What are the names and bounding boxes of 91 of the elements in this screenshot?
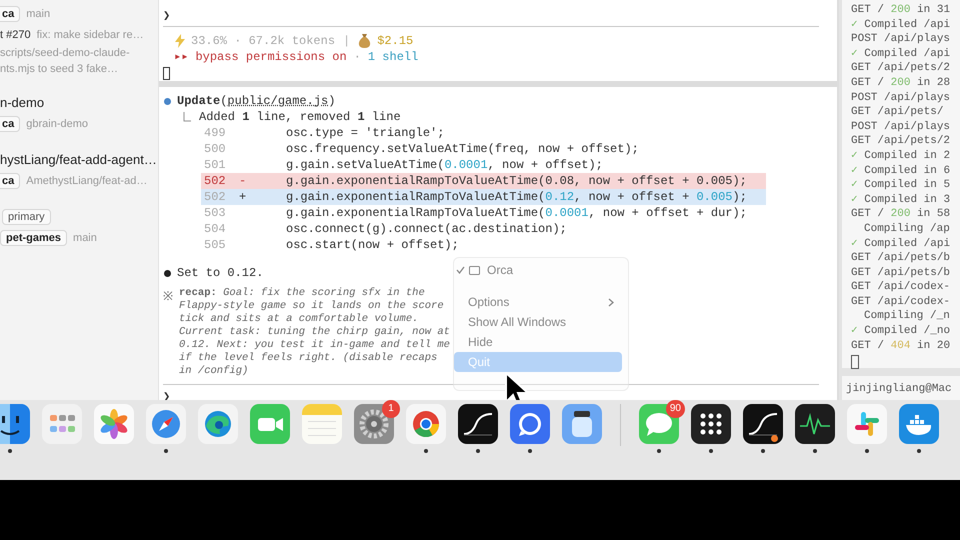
menu-item[interactable]: Orca [454,260,622,280]
log-line: ✓ Compiled in 2 [851,148,952,164]
text-cursor [851,355,859,370]
money-bag-icon [358,34,372,48]
description-text: scripts/seed-demo-claude- [0,47,130,59]
code-line: 505 osc.start(now + offset); [203,237,460,253]
shell-count: 1 shell [368,49,418,65]
curve-chart-icon[interactable] [458,404,498,444]
log-line: GET /api/codex- [851,294,952,310]
compass-icon[interactable] [146,404,186,444]
swirl-icon[interactable] [198,404,238,444]
branch-name: main [73,232,97,244]
shell-prompt: jinjingliang@Mac [846,383,952,395]
checkmark-icon [456,266,465,274]
pulse-icon[interactable] [795,404,835,444]
gear-icon[interactable] [354,404,394,444]
log-line: GET /api/pets/2 [851,61,952,76]
status-dot [164,270,171,276]
log-line: GET /api/pets/ [851,105,944,120]
cost-text: $2.15 [377,33,414,49]
hash-icon[interactable] [847,404,887,444]
recap-symbol: ※ [163,289,173,306]
log-line: POST /api/plays [851,120,952,134]
pr-number: t #270 [0,28,31,40]
flower-icon[interactable] [94,404,134,444]
branch-tag: ca [0,172,20,188]
log-line: GET /api/pets/b [851,251,952,266]
code-line: 500 osc.frequency.setValueAtTime(freq, now + offset); [203,141,640,157]
menu-item[interactable]: Show All Windows [454,312,622,332]
speech-bubble-icon[interactable] [510,404,550,444]
branch-name: AmethystLiang/feat-ad… [26,174,148,186]
log-line: Compiling /_n [863,309,951,324]
description-text: nts.mjs to seed 3 fake… [0,63,118,75]
branch-tag: ca [0,116,20,132]
elbow-connector-icon [183,112,191,122]
mode-arrows: ▸▸ [174,49,188,65]
log-line: GET /api/pets/b [851,266,952,280]
text-cursor [163,66,170,80]
code-line: 503 g.gain.exponentialRampToValueAtTime(0.0001, now + offset + dur); [203,205,748,221]
branch-name: gbrain-demo [26,118,88,130]
face-icon[interactable] [0,404,30,444]
log-line: GET /api/pets/2 [851,134,952,149]
log-line: ✓ Compiled /api [851,236,952,252]
notification-badge: 90 [666,400,685,418]
log-line: GET / 200 in 28 [851,76,952,91]
separator-text: | [343,33,350,49]
branch-tag: pet-games [0,230,68,246]
app-grid-icon[interactable] [42,404,82,444]
log-line: ✓ Compiled in 5 [851,178,952,193]
code-line: 499 osc.type = 'triangle'; [203,125,446,141]
log-line: GET / 404 in 20 [851,338,952,354]
ring-icon[interactable] [406,404,446,444]
log-line: ✓ Compiled /api [851,46,952,62]
log-line: ✓ Compiled /api [851,18,952,32]
reply-text: Set to 0.12. [177,265,264,281]
log-line: ✓ Compiled in 3 [851,192,952,208]
prompt-symbol: ❯ [163,8,170,22]
menu-item[interactable]: Options [454,292,622,312]
log-line: GET / 200 in 58 [851,207,952,222]
lightning-bolt-icon [175,34,185,48]
window-icon [469,266,480,274]
status-dot [164,98,171,104]
mode-text: bypass permissions on [195,49,347,65]
log-line: POST /api/plays [851,90,952,106]
log-line: GET / 200 in 31 [851,3,952,18]
chat-bubble-icon[interactable] [639,404,679,444]
chevron-right-icon [608,298,614,306]
dot-grid-icon[interactable] [691,404,731,444]
worktree-title[interactable]: hystLiang/feat-add-agent… [0,152,157,167]
menu-item[interactable]: Hide [454,332,622,352]
log-line: ✓ Compiled /_no [851,324,952,339]
whale-icon[interactable] [899,404,939,444]
log-line: ✓ Compiled in 6 [851,164,952,178]
log-line: POST /api/plays [851,32,952,47]
status-tag: primary [2,208,51,224]
recap-text: recap: Goal: fix the scoring sfx in the Flappy-style game so it lands on the score tick and sits at a comfortable volume. Current task: tuning the chirp gain, now at 0.12. Next: you test it in-game and tell me if the level feels right. (disable recaps in /config) [179,287,451,378]
diff-summary: Added 1 line, removed 1 line [199,109,401,125]
branch-name: main [26,8,50,20]
tool-call: Update(public/game.js) [177,93,336,109]
token-usage: 33.6% · 67.2k tokens [191,33,336,49]
notification-badge: 1 [382,400,400,418]
separator-dot: · [354,49,361,65]
log-line: Compiling /ap [863,222,951,236]
code-line: 501 g.gain.setValueAtTime(0.0001, now + offset); [203,157,604,173]
pr-title: fix: make sidebar re… [36,28,144,40]
jar-icon[interactable] [562,404,602,444]
log-line: GET /api/codex- [851,280,952,295]
branch-tag: ca [0,6,20,22]
curve-chart-icon[interactable] [743,404,783,444]
worktree-title[interactable]: n-demo [0,95,44,110]
code-line: 504 osc.connect(g).connect(ac.destination); [203,221,568,237]
